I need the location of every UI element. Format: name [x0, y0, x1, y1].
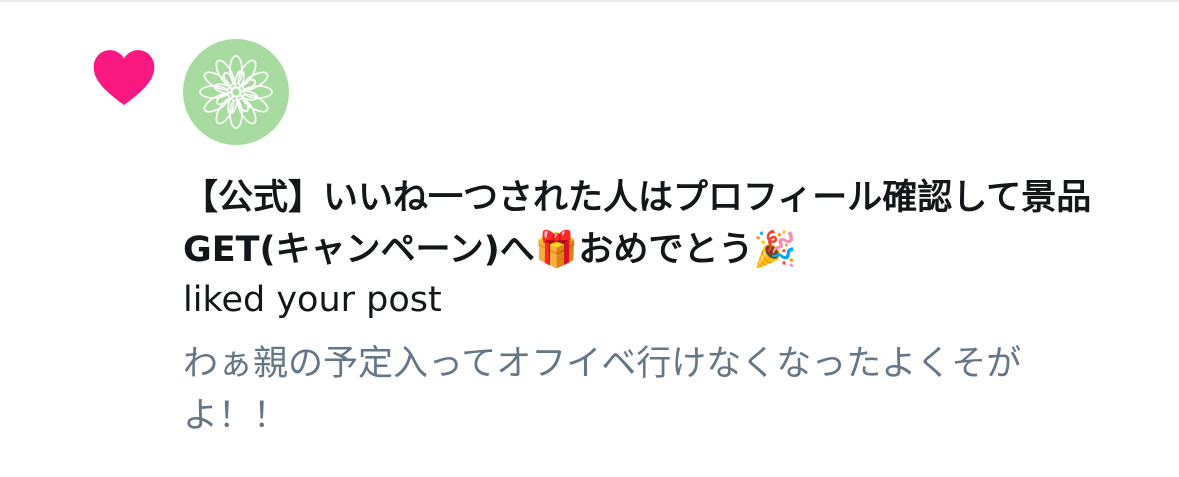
notification-content: 【公式】いいね一つされた人はプロフィール確認して景品GET(キャンペーン)へ🎁お…	[183, 172, 1113, 442]
flower-icon	[199, 55, 273, 129]
post-preview[interactable]: わぁ親の予定入ってオフイベ行けなくなったよくそがよ！！	[183, 338, 1113, 442]
display-name[interactable]: 【公式】いいね一つされた人はプロフィール確認して景品GET(キャンペーン)へ🎁お…	[183, 172, 1113, 276]
action-text: liked your post	[183, 280, 442, 320]
heart-icon	[93, 50, 155, 105]
avatar[interactable]	[183, 39, 289, 145]
like-notification[interactable]: 【公式】いいね一つされた人はプロフィール確認して景品GET(キャンペーン)へ🎁お…	[0, 0, 1179, 477]
